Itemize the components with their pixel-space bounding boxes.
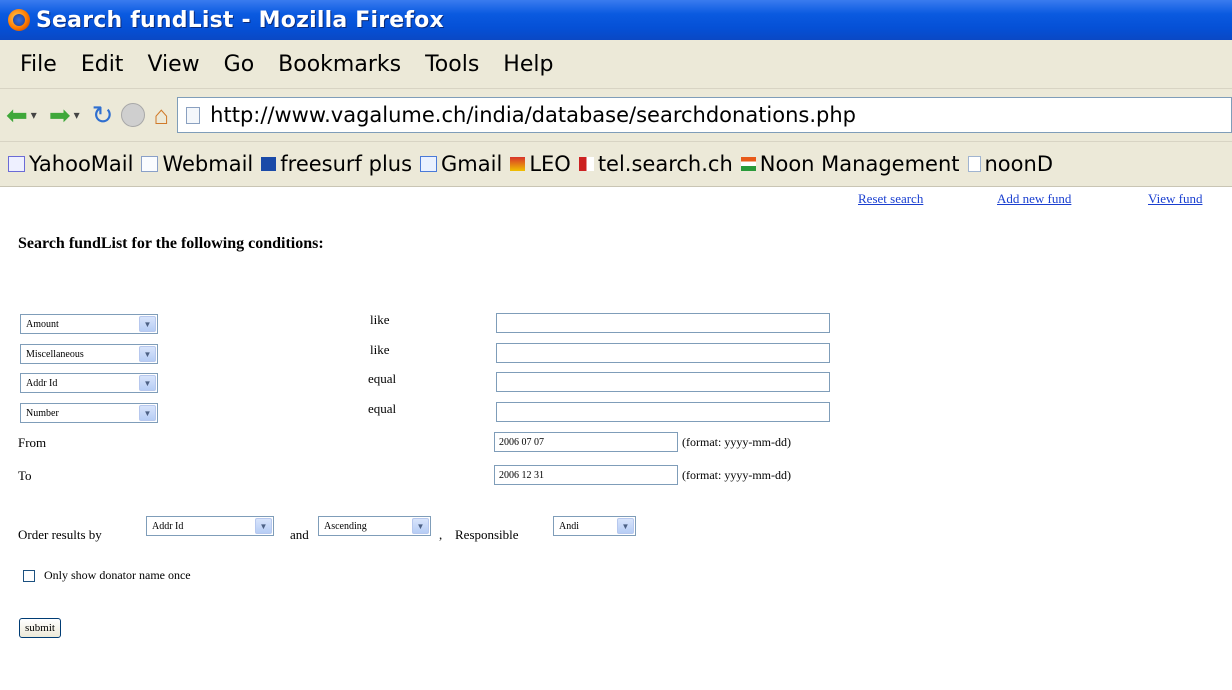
add-new-fund-link[interactable]: Add new fund xyxy=(997,191,1071,207)
from-label: From xyxy=(18,435,47,450)
bookmark-freesurf[interactable]: freesurf plus xyxy=(261,152,412,176)
condition-value-input-1[interactable] xyxy=(496,313,830,333)
menu-file[interactable]: File xyxy=(18,52,59,77)
bookmark-noond[interactable]: noonD xyxy=(967,152,1053,176)
bookmark-tel-search[interactable]: tel.search.ch xyxy=(578,152,733,176)
reset-search-link[interactable]: Reset search xyxy=(858,191,923,207)
responsible-label: Responsible xyxy=(455,527,519,542)
gmail-icon xyxy=(420,156,438,172)
chevron-down-icon: ▼ xyxy=(617,518,634,534)
condition-operator-4: equal xyxy=(368,401,397,416)
leo-icon xyxy=(510,157,526,171)
condition-value-input-2[interactable] xyxy=(496,343,830,363)
firefox-icon xyxy=(8,9,30,31)
condition-field-select-4[interactable]: Number ▼ xyxy=(20,403,158,423)
responsible-select[interactable]: Andi ▼ xyxy=(553,516,636,536)
submit-button[interactable]: submit xyxy=(19,618,61,638)
condition-operator-3: equal xyxy=(368,371,397,386)
from-format-hint: (format: yyyy-mm-dd) xyxy=(682,435,791,449)
bookmark-noon-management[interactable]: Noon Management xyxy=(740,152,960,176)
window-title: Search fundList - Mozilla Firefox xyxy=(36,7,444,33)
menu-edit[interactable]: Edit xyxy=(79,52,126,77)
menu-tools[interactable]: Tools xyxy=(423,52,481,77)
navigation-toolbar: ⬅ ▾ ➡ ▾ ↻ ⌂ http://www.vagalume.ch/india… xyxy=(0,89,1232,142)
menu-bookmarks[interactable]: Bookmarks xyxy=(276,52,403,77)
bookmark-leo[interactable]: LEO xyxy=(510,152,571,176)
window-title-bar: Search fundList - Mozilla Firefox xyxy=(0,0,1232,40)
address-url[interactable]: http://www.vagalume.ch/india/database/se… xyxy=(210,103,856,127)
yahoo-mail-icon xyxy=(8,156,25,172)
bookmark-gmail[interactable]: Gmail xyxy=(420,152,502,176)
freesurf-icon xyxy=(261,157,277,171)
flag-icon xyxy=(740,157,756,171)
chevron-down-icon: ▼ xyxy=(139,375,156,391)
only-once-label: Only show donator name once xyxy=(44,568,191,582)
chevron-down-icon: ▼ xyxy=(139,346,156,362)
menu-bar: File Edit View Go Bookmarks Tools Help xyxy=(0,40,1232,89)
menu-view[interactable]: View xyxy=(145,52,201,77)
dropdown-arrow-icon[interactable]: ▾ xyxy=(31,108,37,122)
back-arrow-icon: ⬅ xyxy=(6,100,28,130)
only-once-checkbox[interactable] xyxy=(23,570,35,582)
condition-operator-2: like xyxy=(370,342,390,357)
chevron-down-icon: ▼ xyxy=(139,316,156,332)
bookmark-yahoomail[interactable]: YahooMail xyxy=(8,152,133,176)
chevron-down-icon: ▼ xyxy=(412,518,429,534)
to-format-hint: (format: yyyy-mm-dd) xyxy=(682,468,791,482)
page-icon xyxy=(186,106,201,124)
menu-help[interactable]: Help xyxy=(501,52,555,77)
reload-icon: ↻ xyxy=(91,100,114,130)
order-direction-select[interactable]: Ascending ▼ xyxy=(318,516,431,536)
page-icon xyxy=(967,156,981,172)
chevron-down-icon: ▼ xyxy=(139,405,156,421)
envelope-icon xyxy=(141,156,159,172)
order-field-select[interactable]: Addr Id ▼ xyxy=(146,516,274,536)
condition-field-select-3[interactable]: Addr Id ▼ xyxy=(20,373,158,393)
reload-button[interactable]: ↻ xyxy=(92,102,114,128)
tel-search-icon xyxy=(578,157,594,171)
form-heading: Search fundList for the following condit… xyxy=(18,235,324,252)
condition-field-select-2[interactable]: Miscellaneous ▼ xyxy=(20,344,158,364)
menu-go[interactable]: Go xyxy=(222,52,257,77)
stop-icon[interactable] xyxy=(121,103,146,127)
to-label: To xyxy=(18,468,32,483)
order-by-label: Order results by xyxy=(18,527,102,542)
to-date-input[interactable]: 2006 12 31 xyxy=(494,465,678,485)
condition-operator-1: like xyxy=(370,312,390,327)
and-label: and xyxy=(290,527,309,542)
view-fund-link[interactable]: View fund xyxy=(1148,191,1202,207)
forward-arrow-icon: ➡ xyxy=(48,100,71,130)
back-button[interactable]: ⬅ ▾ xyxy=(6,102,43,128)
condition-field-select-1[interactable]: Amount ▼ xyxy=(20,314,158,334)
separator-comma: , xyxy=(439,527,443,542)
bookmarks-toolbar: YahooMail Webmail freesurf plus Gmail LE… xyxy=(0,142,1232,187)
bookmark-webmail[interactable]: Webmail xyxy=(141,152,253,176)
address-bar[interactable]: http://www.vagalume.ch/india/database/se… xyxy=(177,97,1232,133)
chevron-down-icon: ▼ xyxy=(255,518,272,534)
dropdown-arrow-icon[interactable]: ▾ xyxy=(74,108,80,122)
condition-value-input-3[interactable] xyxy=(496,372,830,392)
condition-value-input-4[interactable] xyxy=(496,402,830,422)
page-content: Reset search Add new fund View fund Sear… xyxy=(0,187,1232,690)
forward-button[interactable]: ➡ ▾ xyxy=(49,102,86,128)
home-icon[interactable]: ⌂ xyxy=(153,100,169,131)
from-date-input[interactable]: 2006 07 07 xyxy=(494,432,678,452)
